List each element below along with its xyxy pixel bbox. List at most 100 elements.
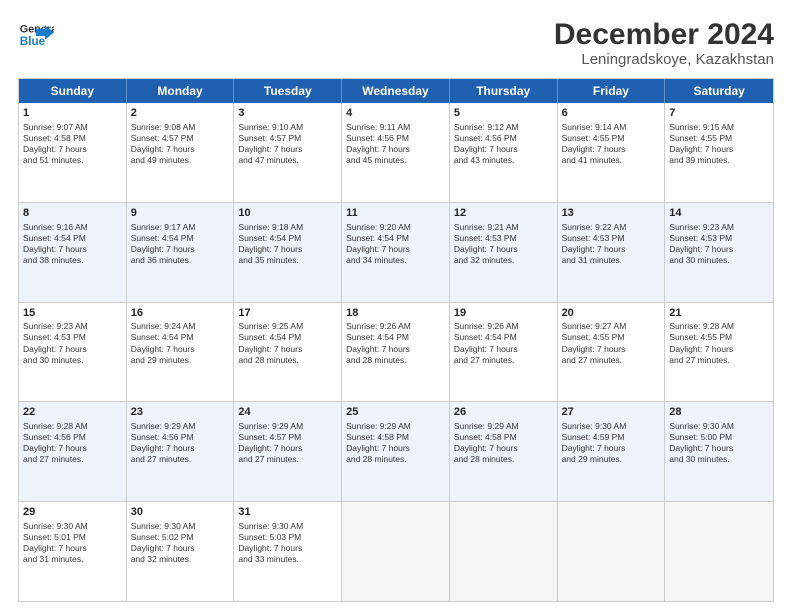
calendar-row: 8Sunrise: 9:16 AM Sunset: 4:54 PM Daylig… bbox=[19, 202, 773, 302]
day-info: Sunrise: 9:11 AM Sunset: 4:56 PM Dayligh… bbox=[346, 122, 445, 166]
day-number: 6 bbox=[562, 106, 661, 121]
calendar-cell: 28Sunrise: 9:30 AM Sunset: 5:00 PM Dayli… bbox=[665, 402, 773, 501]
day-number: 8 bbox=[23, 206, 122, 221]
calendar-cell: 9Sunrise: 9:17 AM Sunset: 4:54 PM Daylig… bbox=[127, 203, 235, 302]
calendar-cell: 17Sunrise: 9:25 AM Sunset: 4:54 PM Dayli… bbox=[234, 303, 342, 402]
day-info: Sunrise: 9:25 AM Sunset: 4:54 PM Dayligh… bbox=[238, 321, 337, 365]
calendar-header: SundayMondayTuesdayWednesdayThursdayFrid… bbox=[19, 79, 773, 103]
day-number: 30 bbox=[131, 505, 230, 520]
day-number: 22 bbox=[23, 405, 122, 420]
day-info: Sunrise: 9:16 AM Sunset: 4:54 PM Dayligh… bbox=[23, 222, 122, 266]
calendar-row: 1Sunrise: 9:07 AM Sunset: 4:58 PM Daylig… bbox=[19, 103, 773, 202]
weekday-header: Monday bbox=[127, 79, 235, 103]
header: General Blue December 2024 Leningradskoy… bbox=[18, 18, 774, 68]
day-number: 19 bbox=[454, 306, 553, 321]
title-block: December 2024 Leningradskoye, Kazakhstan bbox=[554, 18, 774, 68]
day-number: 15 bbox=[23, 306, 122, 321]
calendar-cell: 6Sunrise: 9:14 AM Sunset: 4:55 PM Daylig… bbox=[558, 103, 666, 202]
calendar-cell: 16Sunrise: 9:24 AM Sunset: 4:54 PM Dayli… bbox=[127, 303, 235, 402]
day-number: 20 bbox=[562, 306, 661, 321]
svg-text:Blue: Blue bbox=[20, 35, 46, 48]
logo: General Blue bbox=[18, 18, 54, 54]
day-info: Sunrise: 9:14 AM Sunset: 4:55 PM Dayligh… bbox=[562, 122, 661, 166]
day-info: Sunrise: 9:17 AM Sunset: 4:54 PM Dayligh… bbox=[131, 222, 230, 266]
day-info: Sunrise: 9:22 AM Sunset: 4:53 PM Dayligh… bbox=[562, 222, 661, 266]
day-info: Sunrise: 9:26 AM Sunset: 4:54 PM Dayligh… bbox=[454, 321, 553, 365]
day-number: 17 bbox=[238, 306, 337, 321]
calendar-cell: 22Sunrise: 9:28 AM Sunset: 4:56 PM Dayli… bbox=[19, 402, 127, 501]
calendar-cell: 12Sunrise: 9:21 AM Sunset: 4:53 PM Dayli… bbox=[450, 203, 558, 302]
day-number: 18 bbox=[346, 306, 445, 321]
calendar-body: 1Sunrise: 9:07 AM Sunset: 4:58 PM Daylig… bbox=[19, 103, 773, 601]
day-info: Sunrise: 9:18 AM Sunset: 4:54 PM Dayligh… bbox=[238, 222, 337, 266]
day-number: 12 bbox=[454, 206, 553, 221]
day-number: 21 bbox=[669, 306, 769, 321]
calendar-cell: 30Sunrise: 9:30 AM Sunset: 5:02 PM Dayli… bbox=[127, 502, 235, 601]
day-info: Sunrise: 9:26 AM Sunset: 4:54 PM Dayligh… bbox=[346, 321, 445, 365]
calendar-cell: 8Sunrise: 9:16 AM Sunset: 4:54 PM Daylig… bbox=[19, 203, 127, 302]
day-number: 24 bbox=[238, 405, 337, 420]
day-info: Sunrise: 9:23 AM Sunset: 4:53 PM Dayligh… bbox=[23, 321, 122, 365]
day-number: 1 bbox=[23, 106, 122, 121]
day-number: 28 bbox=[669, 405, 769, 420]
calendar-cell: 21Sunrise: 9:28 AM Sunset: 4:55 PM Dayli… bbox=[665, 303, 773, 402]
calendar-cell: 4Sunrise: 9:11 AM Sunset: 4:56 PM Daylig… bbox=[342, 103, 450, 202]
calendar-cell: 19Sunrise: 9:26 AM Sunset: 4:54 PM Dayli… bbox=[450, 303, 558, 402]
calendar-row: 22Sunrise: 9:28 AM Sunset: 4:56 PM Dayli… bbox=[19, 401, 773, 501]
calendar-cell: 29Sunrise: 9:30 AM Sunset: 5:01 PM Dayli… bbox=[19, 502, 127, 601]
logo-icon: General Blue bbox=[18, 18, 54, 54]
day-info: Sunrise: 9:12 AM Sunset: 4:56 PM Dayligh… bbox=[454, 122, 553, 166]
day-info: Sunrise: 9:29 AM Sunset: 4:56 PM Dayligh… bbox=[131, 421, 230, 465]
calendar-cell: 20Sunrise: 9:27 AM Sunset: 4:55 PM Dayli… bbox=[558, 303, 666, 402]
calendar-cell: 10Sunrise: 9:18 AM Sunset: 4:54 PM Dayli… bbox=[234, 203, 342, 302]
weekday-header: Wednesday bbox=[342, 79, 450, 103]
calendar-cell: 18Sunrise: 9:26 AM Sunset: 4:54 PM Dayli… bbox=[342, 303, 450, 402]
day-number: 11 bbox=[346, 206, 445, 221]
day-number: 14 bbox=[669, 206, 769, 221]
weekday-header: Friday bbox=[558, 79, 666, 103]
day-number: 26 bbox=[454, 405, 553, 420]
day-number: 3 bbox=[238, 106, 337, 121]
day-info: Sunrise: 9:30 AM Sunset: 5:01 PM Dayligh… bbox=[23, 521, 122, 565]
calendar-cell: 25Sunrise: 9:29 AM Sunset: 4:58 PM Dayli… bbox=[342, 402, 450, 501]
day-info: Sunrise: 9:20 AM Sunset: 4:54 PM Dayligh… bbox=[346, 222, 445, 266]
calendar-cell bbox=[558, 502, 666, 601]
calendar-cell: 26Sunrise: 9:29 AM Sunset: 4:58 PM Dayli… bbox=[450, 402, 558, 501]
calendar-cell bbox=[665, 502, 773, 601]
day-number: 25 bbox=[346, 405, 445, 420]
day-info: Sunrise: 9:30 AM Sunset: 5:03 PM Dayligh… bbox=[238, 521, 337, 565]
day-number: 4 bbox=[346, 106, 445, 121]
calendar-cell: 13Sunrise: 9:22 AM Sunset: 4:53 PM Dayli… bbox=[558, 203, 666, 302]
subtitle: Leningradskoye, Kazakhstan bbox=[554, 51, 774, 68]
calendar-cell: 31Sunrise: 9:30 AM Sunset: 5:03 PM Dayli… bbox=[234, 502, 342, 601]
day-info: Sunrise: 9:23 AM Sunset: 4:53 PM Dayligh… bbox=[669, 222, 769, 266]
calendar-cell: 14Sunrise: 9:23 AM Sunset: 4:53 PM Dayli… bbox=[665, 203, 773, 302]
page: General Blue December 2024 Leningradskoy… bbox=[0, 0, 792, 612]
calendar-cell: 1Sunrise: 9:07 AM Sunset: 4:58 PM Daylig… bbox=[19, 103, 127, 202]
calendar-cell: 3Sunrise: 9:10 AM Sunset: 4:57 PM Daylig… bbox=[234, 103, 342, 202]
day-number: 9 bbox=[131, 206, 230, 221]
day-info: Sunrise: 9:24 AM Sunset: 4:54 PM Dayligh… bbox=[131, 321, 230, 365]
calendar-cell: 5Sunrise: 9:12 AM Sunset: 4:56 PM Daylig… bbox=[450, 103, 558, 202]
day-info: Sunrise: 9:21 AM Sunset: 4:53 PM Dayligh… bbox=[454, 222, 553, 266]
day-info: Sunrise: 9:29 AM Sunset: 4:57 PM Dayligh… bbox=[238, 421, 337, 465]
main-title: December 2024 bbox=[554, 18, 774, 51]
day-info: Sunrise: 9:08 AM Sunset: 4:57 PM Dayligh… bbox=[131, 122, 230, 166]
day-info: Sunrise: 9:28 AM Sunset: 4:55 PM Dayligh… bbox=[669, 321, 769, 365]
day-info: Sunrise: 9:30 AM Sunset: 5:00 PM Dayligh… bbox=[669, 421, 769, 465]
day-number: 2 bbox=[131, 106, 230, 121]
weekday-header: Sunday bbox=[19, 79, 127, 103]
day-number: 10 bbox=[238, 206, 337, 221]
weekday-header: Thursday bbox=[450, 79, 558, 103]
calendar-cell: 7Sunrise: 9:15 AM Sunset: 4:55 PM Daylig… bbox=[665, 103, 773, 202]
day-info: Sunrise: 9:07 AM Sunset: 4:58 PM Dayligh… bbox=[23, 122, 122, 166]
calendar-cell: 27Sunrise: 9:30 AM Sunset: 4:59 PM Dayli… bbox=[558, 402, 666, 501]
weekday-header: Saturday bbox=[665, 79, 773, 103]
calendar-row: 29Sunrise: 9:30 AM Sunset: 5:01 PM Dayli… bbox=[19, 501, 773, 601]
calendar-cell: 15Sunrise: 9:23 AM Sunset: 4:53 PM Dayli… bbox=[19, 303, 127, 402]
calendar-row: 15Sunrise: 9:23 AM Sunset: 4:53 PM Dayli… bbox=[19, 302, 773, 402]
day-number: 5 bbox=[454, 106, 553, 121]
day-number: 23 bbox=[131, 405, 230, 420]
weekday-header: Tuesday bbox=[234, 79, 342, 103]
day-info: Sunrise: 9:29 AM Sunset: 4:58 PM Dayligh… bbox=[346, 421, 445, 465]
